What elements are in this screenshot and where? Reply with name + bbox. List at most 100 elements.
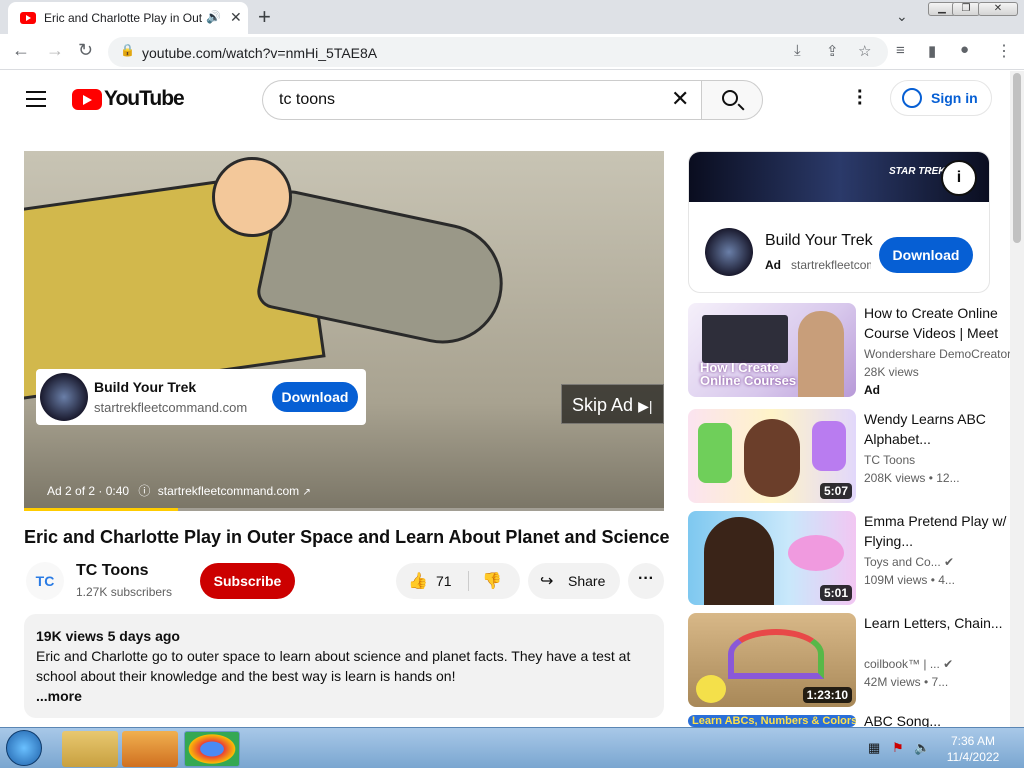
dislike-icon[interactable]: 👎	[482, 571, 502, 591]
tab-close-icon[interactable]: ✕	[230, 9, 242, 26]
external-link-icon[interactable]: ↗	[303, 487, 311, 498]
reload-icon[interactable]: ↻	[78, 40, 93, 61]
video-title: Eric and Charlotte Play in Outer Space a…	[24, 527, 670, 547]
new-tab-button[interactable]: +	[258, 4, 271, 30]
thumbnail-rainbow-chain	[728, 629, 824, 679]
ad-progress-bar[interactable]	[24, 508, 664, 511]
thumbnail-letter-b	[812, 421, 846, 471]
recommendation-title[interactable]: ABC Song...	[864, 715, 1010, 727]
ad-overlay-download-button[interactable]: Download	[272, 382, 358, 412]
forward-arrow-icon[interactable]: →	[46, 40, 64, 61]
recommendation-title[interactable]: How to Create Online Course Videos | Mee…	[864, 303, 1010, 343]
recommendation-views: 109M views • 4...	[864, 573, 955, 587]
browser-tab[interactable]: Eric and Charlotte Play in Outer Space a…	[8, 2, 248, 34]
address-bar[interactable]: 🔒 youtube.com/watch?v=nmHi_5TAE8A ⤓ ⇪ ☆	[108, 37, 888, 67]
subscriber-count: 1.27K subscribers	[76, 585, 173, 599]
side-panel-icon[interactable]: ▮	[928, 42, 936, 60]
recommendation-title[interactable]: Learn Letters, Chain...	[864, 613, 1010, 633]
chrome-taskbar-icon[interactable]	[184, 731, 240, 767]
search-query-text[interactable]: tc toons	[279, 91, 335, 109]
settings-kebab-icon[interactable]: · · ·	[857, 82, 864, 114]
file-explorer-icon[interactable]	[62, 731, 118, 767]
url-text[interactable]: youtube.com/watch?v=nmHi_5TAE8A	[142, 45, 377, 61]
ad-info-icon[interactable]: ⓘ	[138, 484, 150, 498]
sidebar-ad-card[interactable]: STAR TREK i Build Your Trek Ad startrekf…	[688, 151, 990, 293]
audio-playing-icon[interactable]: 🔊	[206, 10, 221, 24]
lock-icon[interactable]: 🔒	[120, 43, 135, 57]
show-more-link[interactable]: ...more	[36, 686, 652, 706]
thumbnail-text: Learn ABCs, Numbers & Colors	[692, 715, 856, 727]
skip-ad-button[interactable]: Skip Ad ▶|	[561, 384, 664, 424]
search-input[interactable]: tc toons ✕	[262, 80, 702, 120]
channel-avatar[interactable]: TC	[26, 562, 64, 600]
video-frame-hand	[212, 157, 292, 237]
recommendation-item[interactable]: 5:07 Wendy Learns ABC Alphabet... TC Too…	[688, 409, 1010, 503]
page-scrollbar[interactable]	[1010, 71, 1024, 727]
player-ad-overlay[interactable]: Build Your Trek startrekfleetcommand.com…	[36, 369, 366, 425]
video-thumbnail[interactable]: 5:07	[688, 409, 856, 503]
ad-info-icon[interactable]: i	[941, 160, 977, 196]
maximize-button[interactable]: ❐	[952, 2, 980, 16]
volume-tray-icon[interactable]: 🔈	[914, 740, 930, 756]
like-icon[interactable]: 👍	[408, 571, 428, 591]
sidebar-ad-download-button[interactable]: Download	[879, 237, 973, 273]
like-count[interactable]: 71	[436, 573, 452, 589]
network-tray-icon[interactable]: ▦	[868, 740, 880, 756]
like-dislike-group: 👍 71 👎	[396, 563, 520, 599]
recommendation-title[interactable]: Wendy Learns ABC Alphabet...	[864, 409, 1010, 449]
recommendation-title[interactable]: Emma Pretend Play w/ Flying...	[864, 511, 1010, 551]
scrollbar-thumb[interactable]	[1013, 73, 1021, 243]
taskbar-clock[interactable]: 7:36 AM 11/4/2022	[940, 733, 1006, 765]
ad-overlay-domain: startrekfleetcommand.com	[94, 400, 248, 415]
bookmark-star-icon[interactable]: ☆	[858, 42, 871, 60]
video-description[interactable]: 19K views 5 days ago Eric and Charlotte …	[24, 614, 664, 718]
more-actions-button[interactable]: ···	[628, 563, 664, 599]
recommendation-item[interactable]: 1:23:10 Learn Letters, Chain... coilbook…	[688, 613, 1010, 707]
ad-link[interactable]: startrekfleetcommand.com	[158, 484, 299, 498]
video-duration: 1:23:10	[802, 687, 852, 703]
chrome-menu-icon[interactable]: ⋮	[996, 41, 1012, 61]
subscribe-button[interactable]: Subscribe	[200, 563, 295, 599]
ad-overlay-title[interactable]: Build Your Trek	[94, 379, 196, 395]
recommendation-channel[interactable]: Wondershare DemoCreator	[864, 347, 1010, 361]
profile-icon[interactable]: ●	[960, 41, 969, 58]
video-player[interactable]: Build Your Trek startrekfleetcommand.com…	[24, 151, 664, 511]
thumbnail-text-line-2: Online Courses	[700, 373, 797, 388]
youtube-wordmark[interactable]: YouTube	[104, 87, 185, 111]
tab-search-chevron-icon[interactable]: ⌄	[896, 8, 908, 25]
youtube-logo-icon[interactable]	[72, 89, 102, 110]
recommendation-item[interactable]: 5:01 Emma Pretend Play w/ Flying... Toys…	[688, 511, 1010, 605]
sign-in-button[interactable]: Sign in	[890, 80, 992, 116]
recommendation-channel[interactable]: Toys and Co... ✔	[864, 555, 1010, 569]
hamburger-menu-icon[interactable]	[26, 91, 46, 107]
video-thumbnail[interactable]: Learn ABCs, Numbers & Colors	[688, 715, 856, 727]
recommendation-item[interactable]: Learn ABCs, Numbers & Colors ABC Song...	[688, 715, 1010, 727]
video-thumbnail[interactable]: 1:23:10	[688, 613, 856, 707]
video-duration: 5:01	[819, 585, 852, 601]
recommendation-channel[interactable]: coilbook™ | ... ✔	[864, 657, 1010, 671]
start-button[interactable]	[6, 730, 42, 766]
close-window-button[interactable]: ✕	[978, 2, 1018, 16]
recommendation-item[interactable]: How I Create Online Courses How to Creat…	[688, 303, 1010, 397]
channel-name[interactable]: TC Toons	[76, 562, 149, 580]
sidebar-ad-title[interactable]: Build Your Trek	[765, 232, 875, 250]
thumbnail-person	[798, 311, 844, 397]
media-control-icon[interactable]: ≡	[896, 42, 905, 59]
recommendation-views: 208K views • 12...	[864, 471, 960, 485]
tab-title: Eric and Charlotte Play in Outer Space a…	[44, 11, 202, 25]
skip-next-icon: ▶|	[638, 398, 653, 414]
install-icon[interactable]: ⤓	[794, 42, 801, 59]
share-page-icon[interactable]: ⇪	[826, 42, 839, 60]
clear-search-icon[interactable]: ✕	[671, 86, 689, 112]
back-arrow-icon[interactable]: ←	[12, 40, 30, 61]
video-thumbnail[interactable]: How I Create Online Courses	[688, 303, 856, 397]
share-button[interactable]: ↪ Share	[528, 563, 620, 599]
action-center-tray-icon[interactable]: ⚑	[892, 740, 904, 756]
clock-time: 7:36 AM	[950, 734, 996, 748]
video-thumbnail[interactable]: 5:01	[688, 511, 856, 605]
sign-in-label: Sign in	[931, 90, 978, 106]
search-button[interactable]	[701, 80, 763, 120]
skip-ad-label: Skip Ad	[572, 395, 634, 415]
media-player-icon[interactable]	[122, 731, 178, 767]
recommendation-channel[interactable]: TC Toons	[864, 453, 1010, 467]
